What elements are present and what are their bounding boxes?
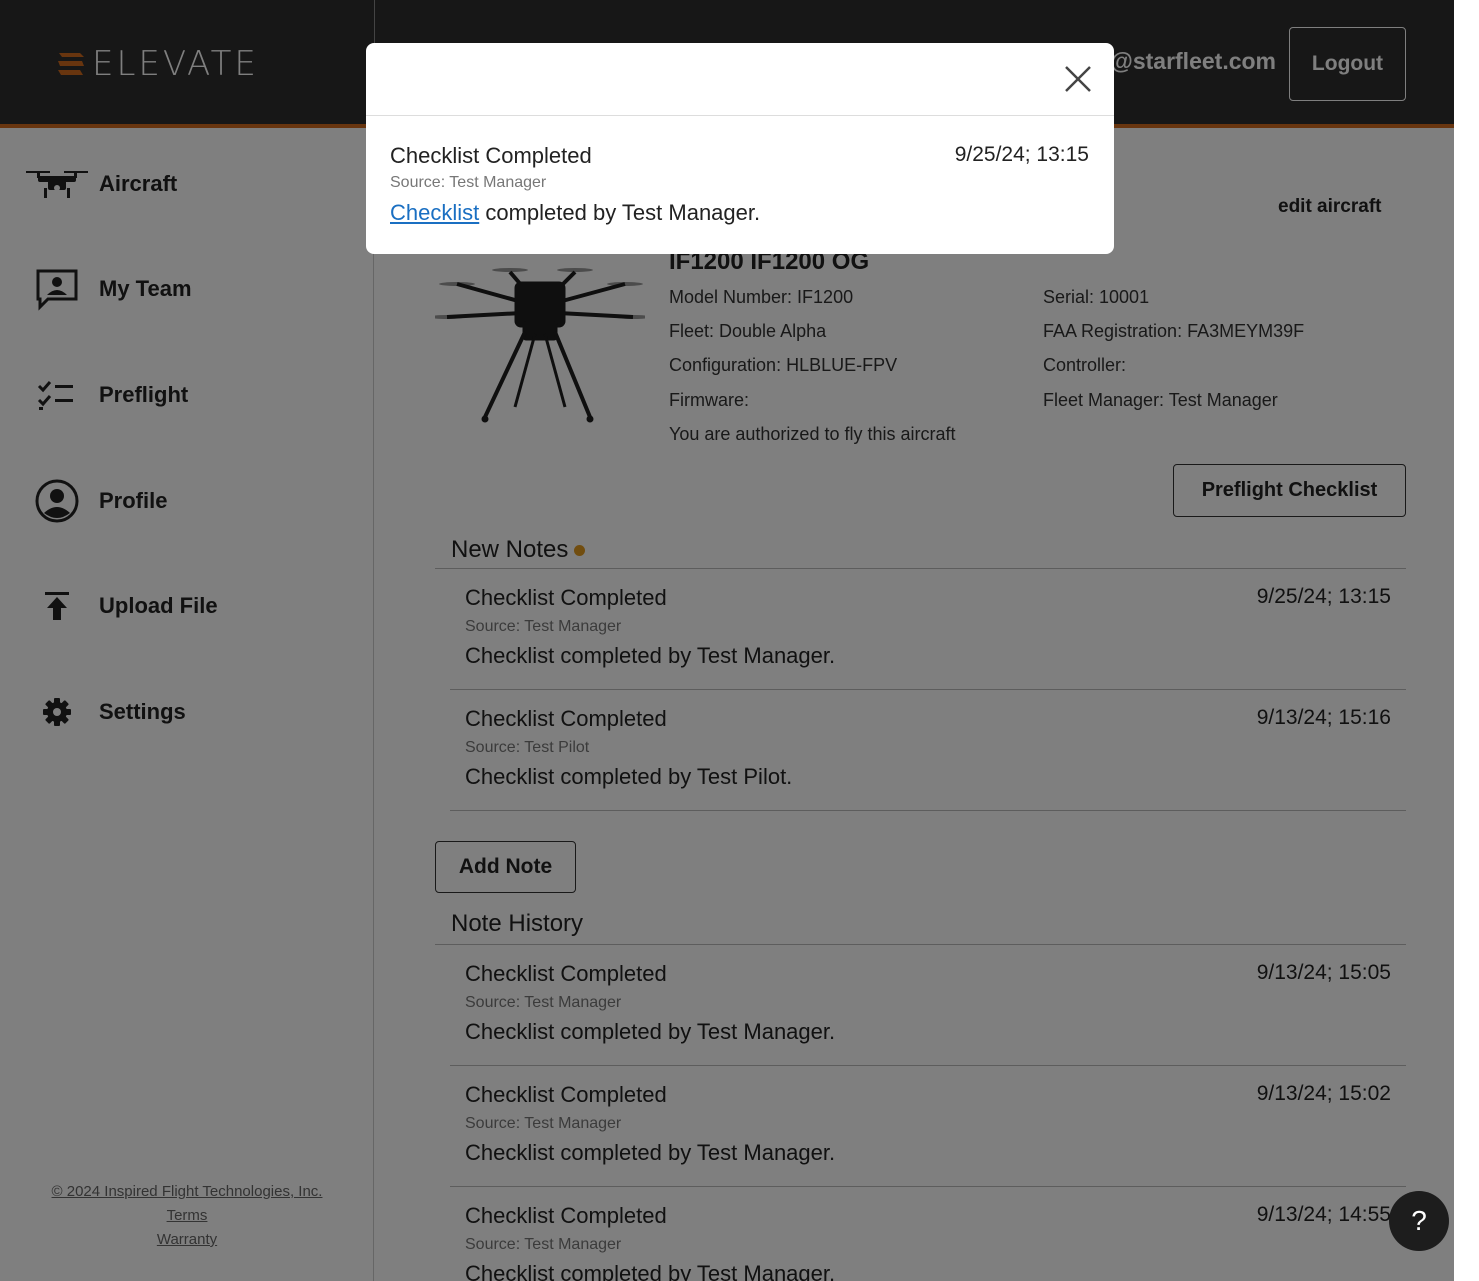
modal-note-source: Source: Test Manager xyxy=(390,174,547,191)
help-button[interactable]: ? xyxy=(1389,1191,1449,1251)
checklist-link[interactable]: Checklist xyxy=(390,200,479,225)
modal-note-body: Checklist completed by Test Manager. xyxy=(390,200,760,226)
modal-header xyxy=(366,43,1114,116)
close-icon[interactable] xyxy=(1064,65,1092,93)
modal-note-date: 9/25/24; 13:15 xyxy=(954,143,1089,166)
scrollbar-track[interactable] xyxy=(1454,0,1479,1281)
modal-note-title: Checklist Completed xyxy=(390,143,592,168)
modal-note-body-text: completed by Test Manager. xyxy=(479,200,761,225)
